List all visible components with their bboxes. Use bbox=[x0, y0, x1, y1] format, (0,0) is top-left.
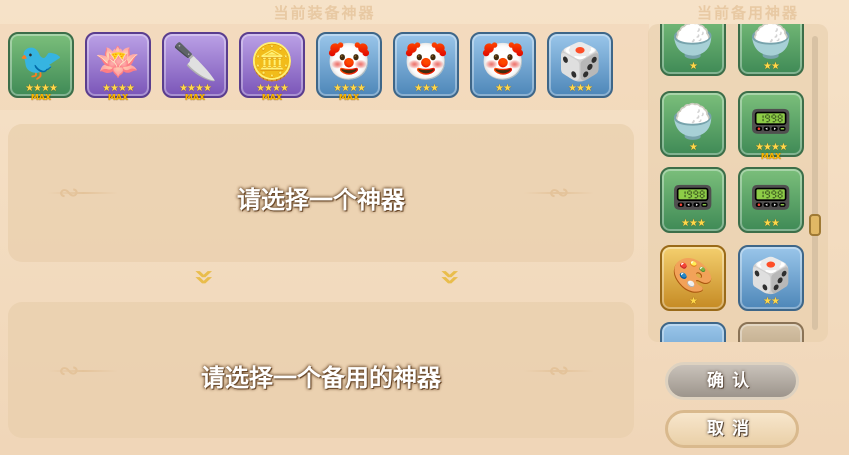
pager-device-icon: 📟 bbox=[749, 178, 793, 218]
double-chevron-down-icon: » bbox=[183, 268, 226, 286]
star-rating: ★ bbox=[689, 296, 698, 307]
max-badge: MAX bbox=[107, 93, 129, 102]
backup-slot-6[interactable]: 📟 ★★ bbox=[738, 167, 804, 233]
artifact-select-screen: 当前装备神器 🐦 ★★★★ MAX 🪷 ★★★★ MAX 🔪 ★★★★ MAX … bbox=[0, 0, 849, 455]
orb-icon: ⚪ bbox=[662, 328, 724, 342]
star-rating: ★★★ bbox=[568, 83, 593, 94]
max-badge: MAX bbox=[261, 93, 283, 102]
pager-device-icon: 📟 bbox=[749, 102, 793, 142]
select-artifact-prompt: 请选择一个神器 bbox=[237, 186, 405, 214]
backup-slot-10[interactable] bbox=[738, 322, 804, 342]
backup-slot-4[interactable]: 📟 ★★★★ MAX bbox=[738, 91, 804, 161]
equipped-slot-1[interactable]: 🐦 ★★★★ MAX bbox=[8, 32, 74, 102]
cleaver-icon: 🔪 bbox=[172, 42, 218, 83]
max-badge: MAX bbox=[760, 152, 782, 161]
backup-artifacts-list[interactable]: 🍚 ★ 🍚 ★★ 🍚 ★ 📟 ★★★★ MAX 📟 ★★★ 📟 ★★ 🎨 ★ 🎲… bbox=[648, 24, 828, 342]
cancel-button[interactable]: 取消 bbox=[665, 410, 799, 448]
star-rating: ★★ bbox=[763, 218, 780, 229]
lotus-icon: 🪷 bbox=[95, 42, 141, 83]
backup-slot-7[interactable]: 🎨 ★ bbox=[660, 245, 726, 311]
backup-slot-1[interactable]: 🍚 ★ bbox=[660, 24, 726, 76]
confirm-button[interactable]: 确认 bbox=[665, 362, 799, 400]
star-rating: ★★★ bbox=[414, 83, 439, 94]
equipped-slot-4[interactable]: 🪙 ★★★★ MAX bbox=[239, 32, 305, 102]
dice-icon: 🎲 bbox=[749, 256, 793, 296]
backup-slot-8[interactable]: 🎲 ★★ bbox=[738, 245, 804, 311]
star-rating: ★★ bbox=[763, 296, 780, 307]
clown-icon: 🤡 bbox=[480, 42, 526, 83]
rice-bowl-icon: 🍚 bbox=[749, 24, 793, 61]
equipped-slot-6[interactable]: 🤡 ★★★ bbox=[393, 32, 459, 98]
backup-slot-5[interactable]: 📟 ★★★ bbox=[660, 167, 726, 233]
pager-device-icon: 📟 bbox=[671, 178, 715, 218]
equipped-artifacts-title: 当前装备神器 bbox=[273, 4, 376, 22]
backup-slot-3[interactable]: 🍚 ★ bbox=[660, 91, 726, 157]
equipped-slot-2[interactable]: 🪷 ★★★★ MAX bbox=[85, 32, 151, 102]
dice-icon: 🎲 bbox=[557, 42, 603, 83]
select-backup-artifact-prompt: 请选择一个备用的神器 bbox=[201, 364, 441, 392]
star-rating: ★★ bbox=[763, 61, 780, 72]
equipped-slot-8[interactable]: 🎲 ★★★ bbox=[547, 32, 613, 98]
equipped-slot-5[interactable]: 🤡 ★★★★ MAX bbox=[316, 32, 382, 102]
rice-bowl-icon: 🍚 bbox=[671, 24, 715, 61]
equipped-artifacts-row: 🐦 ★★★★ MAX 🪷 ★★★★ MAX 🔪 ★★★★ MAX 🪙 ★★★★ … bbox=[0, 24, 649, 110]
coin-icon: 🪙 bbox=[249, 42, 295, 83]
color-tiles-icon: 🎨 bbox=[671, 256, 715, 296]
backup-slot-2[interactable]: 🍚 ★★ bbox=[738, 24, 804, 76]
artifact-select-panel[interactable]: ∾ ∾ 请选择一个神器 bbox=[8, 124, 634, 262]
scrollbar-thumb[interactable] bbox=[809, 214, 821, 236]
equipped-slot-7[interactable]: 🤡 ★★ bbox=[470, 32, 536, 98]
max-badge: MAX bbox=[338, 93, 360, 102]
backup-artifact-select-panel[interactable]: ∾ ∾ 请选择一个备用的神器 bbox=[8, 302, 634, 438]
double-chevron-down-icon: » bbox=[429, 268, 472, 286]
backup-list-scrollbar[interactable] bbox=[809, 36, 821, 330]
rice-bowl-icon: 🍚 bbox=[671, 102, 715, 142]
backup-slot-9[interactable]: ⚪ bbox=[660, 322, 726, 342]
clown-icon: 🤡 bbox=[326, 42, 372, 83]
star-rating: ★ bbox=[689, 142, 698, 153]
star-rating: ★ bbox=[689, 61, 698, 72]
pigeon-icon: 🐦 bbox=[18, 42, 64, 83]
star-rating: ★★★ bbox=[681, 218, 706, 229]
star-rating: ★★ bbox=[495, 83, 512, 94]
equipped-slot-3[interactable]: 🔪 ★★★★ MAX bbox=[162, 32, 228, 102]
clown-icon: 🤡 bbox=[403, 42, 449, 83]
backup-artifacts-title: 当前备用神器 bbox=[696, 4, 799, 22]
max-badge: MAX bbox=[30, 93, 52, 102]
max-badge: MAX bbox=[184, 93, 206, 102]
